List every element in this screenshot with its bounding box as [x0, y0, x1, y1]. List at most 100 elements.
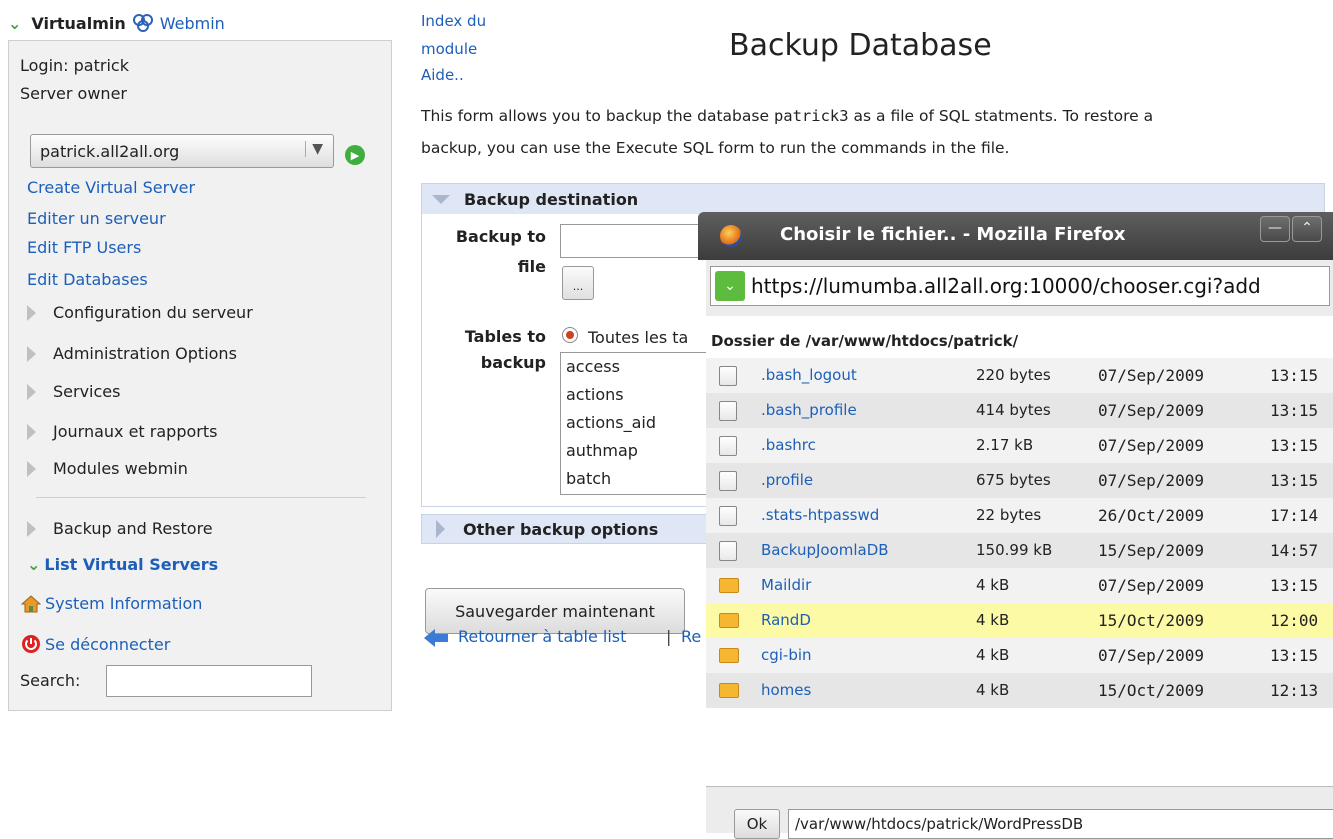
- file-time: 13:15: [1270, 401, 1319, 420]
- file-row[interactable]: .bash_logout 220 bytes 07/Sep/2009 13:15: [706, 358, 1333, 393]
- file-size: 2.17 kB: [976, 436, 1034, 454]
- table-option[interactable]: batch: [561, 465, 719, 493]
- expand-triangle-icon: [27, 423, 36, 440]
- category-webmin-modules[interactable]: Modules webmin: [27, 459, 188, 478]
- file-size: 4 kB: [976, 611, 1010, 629]
- edit-server-link[interactable]: Editer un serveur: [27, 209, 166, 228]
- file-name[interactable]: homes: [761, 681, 811, 699]
- search-input[interactable]: [106, 665, 312, 697]
- category-admin-options[interactable]: Administration Options: [27, 344, 237, 363]
- path-input[interactable]: /var/www/htdocs/patrick/WordPressDB: [788, 809, 1333, 839]
- expand-triangle-icon: [436, 520, 445, 538]
- category-logs-reports[interactable]: Journaux et rapports: [27, 422, 217, 441]
- module-index-link-line2[interactable]: module: [421, 40, 477, 58]
- expand-triangle-icon: [27, 520, 36, 537]
- file-row[interactable]: Maildir 4 kB 07/Sep/2009 13:15: [706, 568, 1333, 603]
- table-option[interactable]: authmap: [561, 437, 719, 465]
- radio-all-tables[interactable]: [562, 327, 578, 343]
- file-row[interactable]: RandD 4 kB 15/Oct/2009 12:00: [706, 603, 1333, 638]
- dropdown-arrow-icon: ▼: [305, 141, 323, 157]
- file-name[interactable]: .profile: [761, 471, 813, 489]
- file-name[interactable]: RandD: [761, 611, 811, 629]
- window-titlebar[interactable]: Choisir le fichier.. - Mozilla Firefox —…: [698, 212, 1333, 260]
- logout-link[interactable]: Se déconnecter: [21, 634, 170, 654]
- chevron-down-icon: ⌄: [8, 13, 22, 33]
- secure-site-icon: ⌄: [715, 271, 745, 301]
- system-information-label: System Information: [45, 594, 203, 613]
- list-virtual-servers-link[interactable]: ⌄ List Virtual Servers: [27, 555, 218, 574]
- url-bar[interactable]: ⌄ https://lumumba.all2all.org:10000/choo…: [710, 266, 1330, 306]
- category-services[interactable]: Services: [27, 382, 120, 401]
- module-index-link-line1[interactable]: Index du: [421, 12, 486, 30]
- file-icon: [719, 506, 737, 526]
- page-title: Backup Database: [729, 28, 992, 63]
- tables-list[interactable]: access actions actions_aid authmap batch: [560, 352, 720, 495]
- server-select[interactable]: patrick.all2all.org ▼: [30, 134, 334, 168]
- backup-destination-header[interactable]: Backup destination: [422, 184, 1324, 214]
- category-server-config[interactable]: Configuration du serveur: [27, 303, 253, 322]
- table-option[interactable]: access: [561, 353, 719, 381]
- file-name[interactable]: .stats-htpasswd: [761, 506, 879, 524]
- expand-triangle-icon: [27, 304, 36, 321]
- virtualmin-link[interactable]: Virtualmin: [31, 14, 125, 33]
- sidebar-divider: [36, 497, 366, 498]
- file-time: 13:15: [1270, 436, 1319, 455]
- create-virtual-server-link[interactable]: Create Virtual Server: [27, 178, 195, 197]
- expand-triangle-icon: [27, 345, 36, 362]
- file-row[interactable]: .bashrc 2.17 kB 07/Sep/2009 13:15: [706, 428, 1333, 463]
- section-title: Backup destination: [464, 189, 639, 209]
- edit-ftp-users-link[interactable]: Edit FTP Users: [27, 238, 141, 257]
- file-row[interactable]: cgi-bin 4 kB 07/Sep/2009 13:15: [706, 638, 1333, 673]
- link-separator: |: [666, 627, 672, 646]
- file-name[interactable]: Maildir: [761, 576, 811, 594]
- folder-icon: [719, 578, 739, 593]
- file-name[interactable]: BackupJoomlaDB: [761, 541, 889, 559]
- file-name[interactable]: cgi-bin: [761, 646, 812, 664]
- intro-text: This form allows you to backup the datab…: [421, 100, 1321, 164]
- file-date: 07/Sep/2009: [1098, 646, 1204, 665]
- table-option[interactable]: actions: [561, 381, 719, 409]
- file-name[interactable]: .bashrc: [761, 436, 816, 454]
- minimize-button[interactable]: —: [1260, 216, 1290, 242]
- category-label: Modules webmin: [53, 459, 188, 478]
- file-size: 220 bytes: [976, 366, 1051, 384]
- file-row[interactable]: .profile 675 bytes 07/Sep/2009 13:15: [706, 463, 1333, 498]
- folder-heading: Dossier de /var/www/htdocs/patrick/: [711, 332, 1019, 350]
- file-time: 13:15: [1270, 471, 1319, 490]
- chevron-down-icon: ⌄: [27, 555, 41, 574]
- file-name[interactable]: .bash_profile: [761, 401, 857, 419]
- ok-button[interactable]: Ok: [734, 809, 780, 839]
- go-icon[interactable]: ▶: [345, 145, 365, 165]
- chooser-footer: Ok /var/www/htdocs/patrick/WordPressDB: [706, 786, 1333, 839]
- tables-label-2: backup: [480, 353, 546, 372]
- edit-databases-link[interactable]: Edit Databases: [27, 270, 148, 289]
- file-time: 17:14: [1270, 506, 1319, 525]
- file-icon: [719, 366, 737, 386]
- help-link[interactable]: Aide..: [421, 66, 464, 84]
- radio-all-label: Toutes les ta: [588, 328, 689, 347]
- file-name[interactable]: .bash_logout: [761, 366, 857, 384]
- other-backup-options-header[interactable]: Other backup options: [421, 514, 711, 544]
- file-row[interactable]: BackupJoomlaDB 150.99 kB 15/Sep/2009 14:57: [706, 533, 1333, 568]
- webmin-link[interactable]: Webmin: [160, 14, 225, 33]
- browse-button[interactable]: ...: [562, 266, 594, 300]
- login-label: Login: patrick: [20, 56, 129, 75]
- table-option[interactable]: actions_aid: [561, 409, 719, 437]
- return-table-list-link[interactable]: Retourner à table list: [458, 627, 626, 646]
- maximize-button[interactable]: ⌃: [1292, 216, 1322, 242]
- file-row[interactable]: .bash_profile 414 bytes 07/Sep/2009 13:15: [706, 393, 1333, 428]
- file-date: 07/Sep/2009: [1098, 576, 1204, 595]
- file-size: 4 kB: [976, 576, 1010, 594]
- search-label: Search:: [20, 671, 81, 690]
- back-arrow-icon[interactable]: [424, 628, 448, 648]
- file-size: 150.99 kB: [976, 541, 1053, 559]
- file-row[interactable]: .stats-htpasswd 22 bytes 26/Oct/2009 17:14: [706, 498, 1333, 533]
- category-backup-restore[interactable]: Backup and Restore: [27, 519, 213, 538]
- file-row[interactable]: homes 4 kB 15/Oct/2009 12:13: [706, 673, 1333, 708]
- file-time: 13:15: [1270, 576, 1319, 595]
- url-text: https://lumumba.all2all.org:10000/choose…: [751, 274, 1261, 298]
- backup-file-input[interactable]: [560, 224, 720, 258]
- list-virtual-servers-label: List Virtual Servers: [44, 555, 219, 574]
- system-information-link[interactable]: System Information: [21, 594, 202, 613]
- window-title: Choisir le fichier.. - Mozilla Firefox: [780, 224, 1126, 245]
